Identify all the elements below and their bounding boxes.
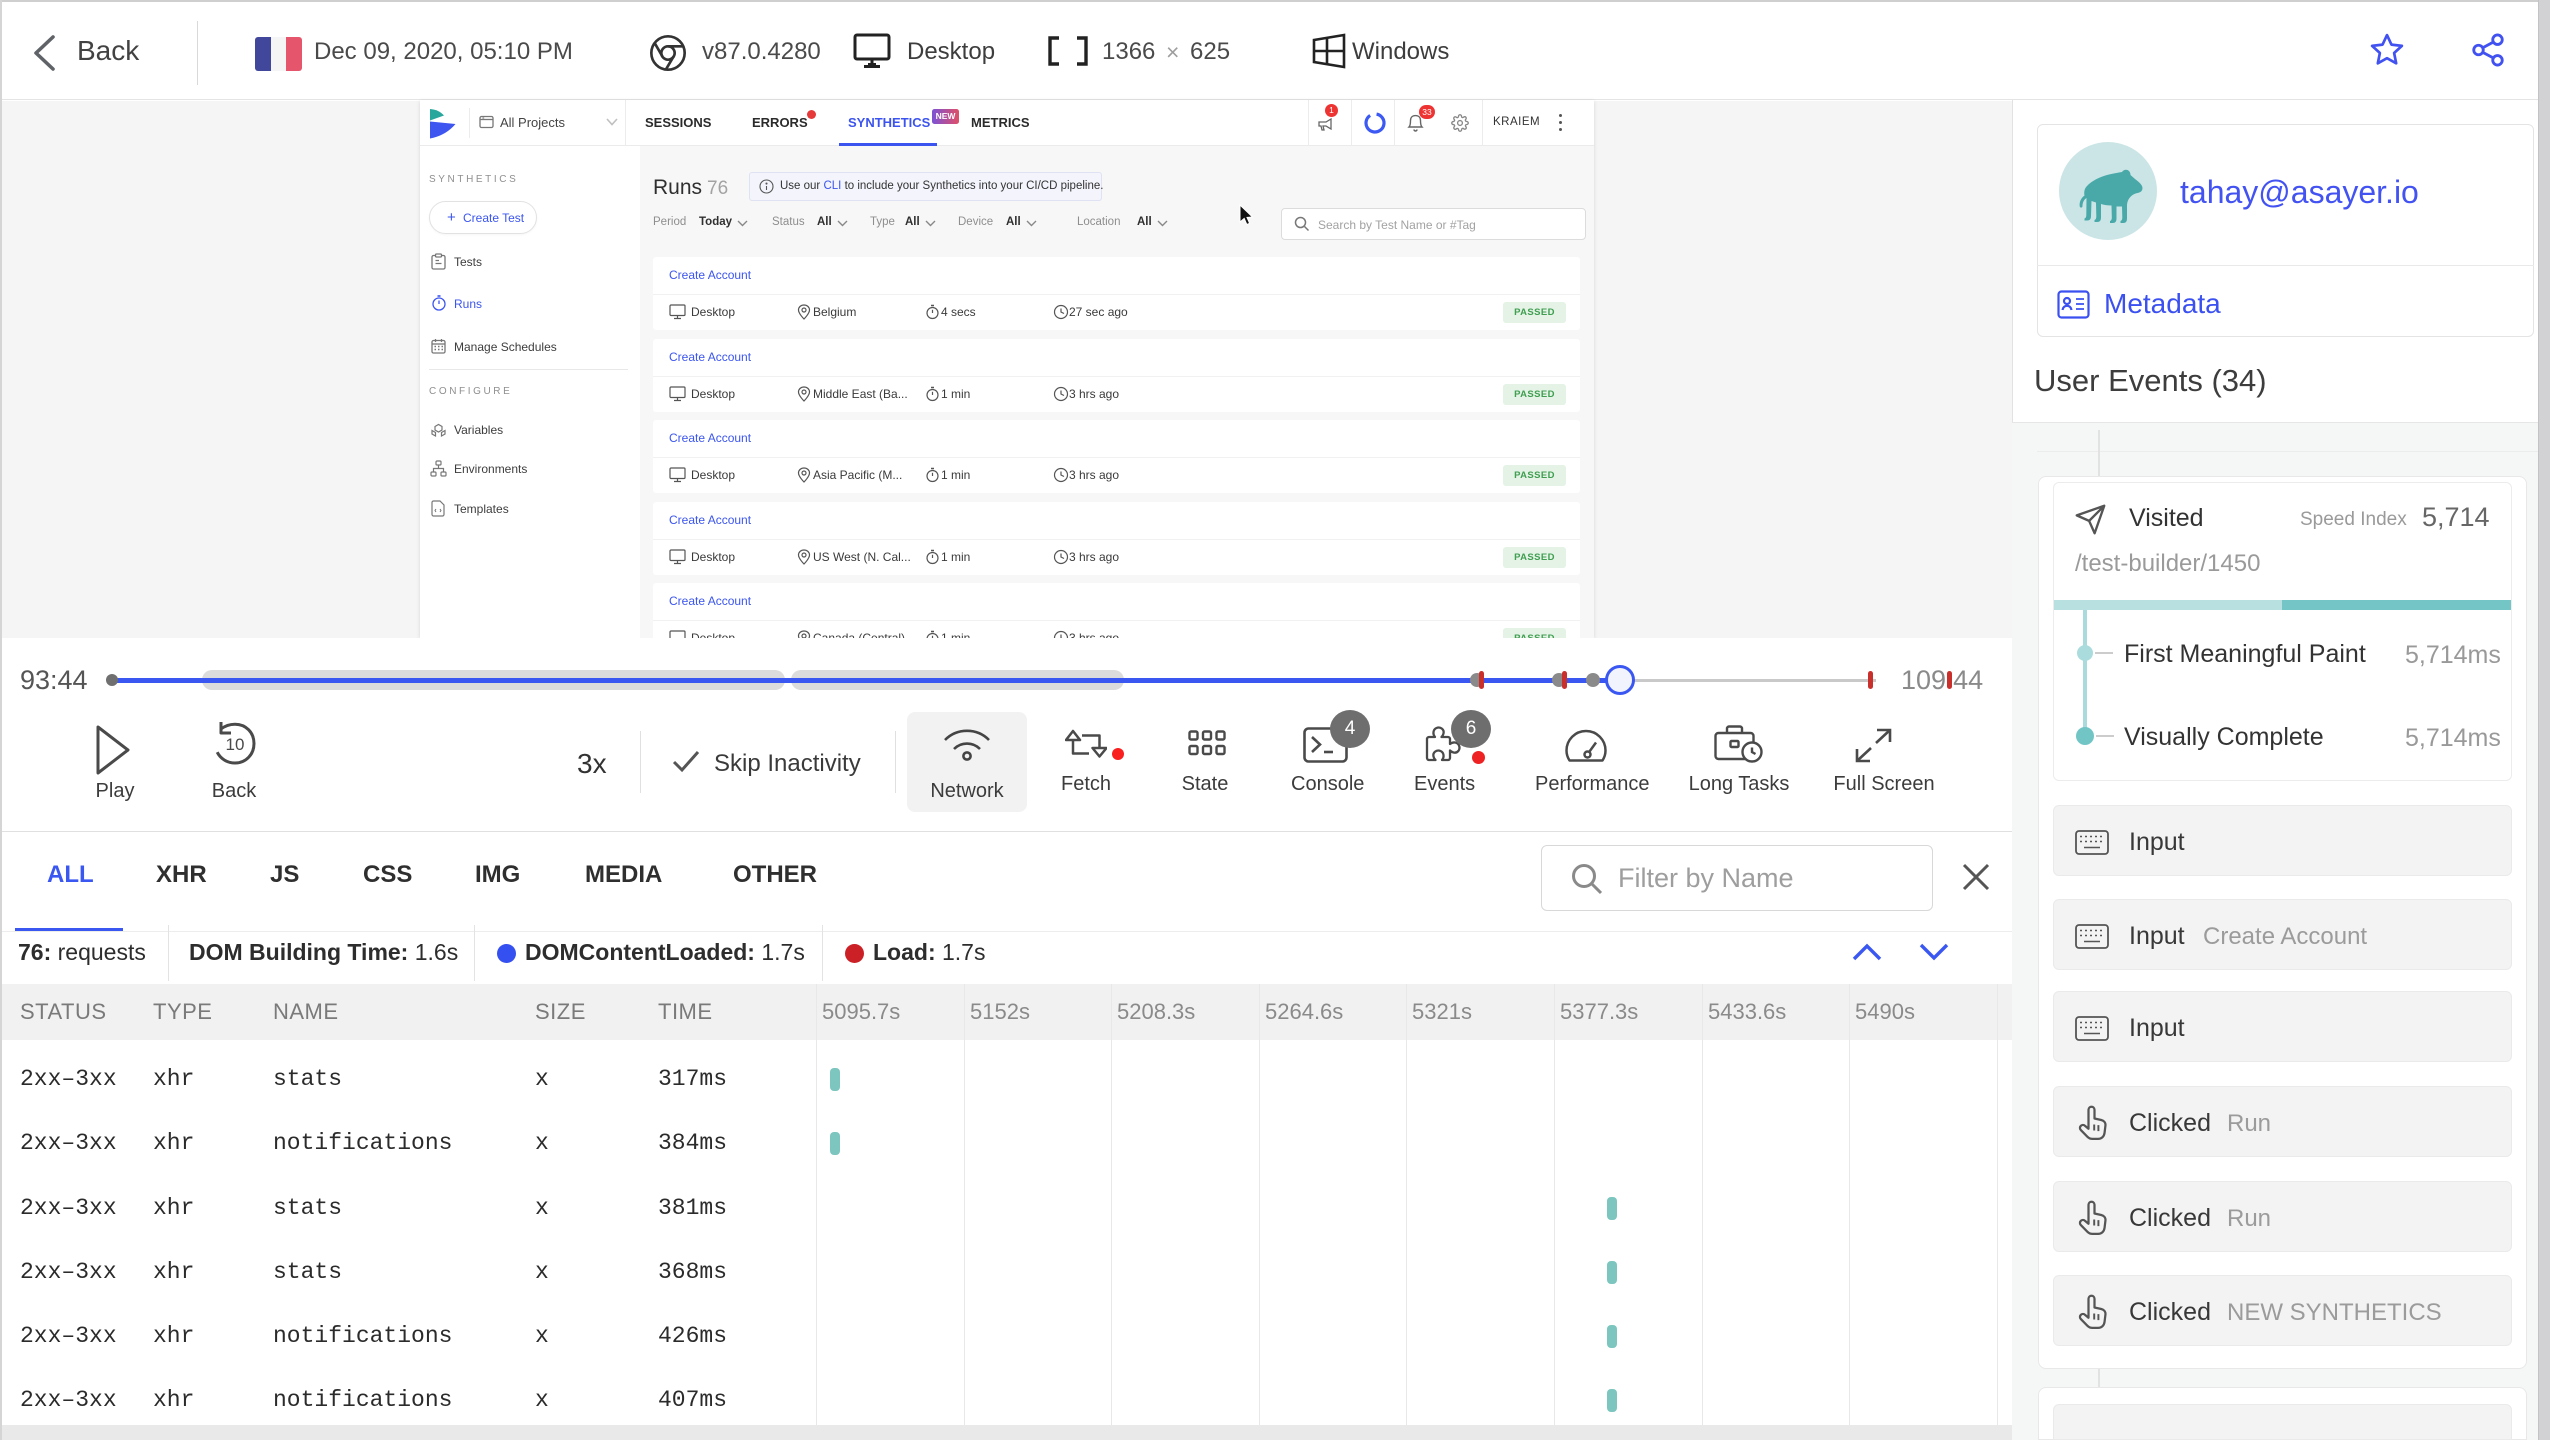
svg-text:10: 10 xyxy=(226,735,245,754)
